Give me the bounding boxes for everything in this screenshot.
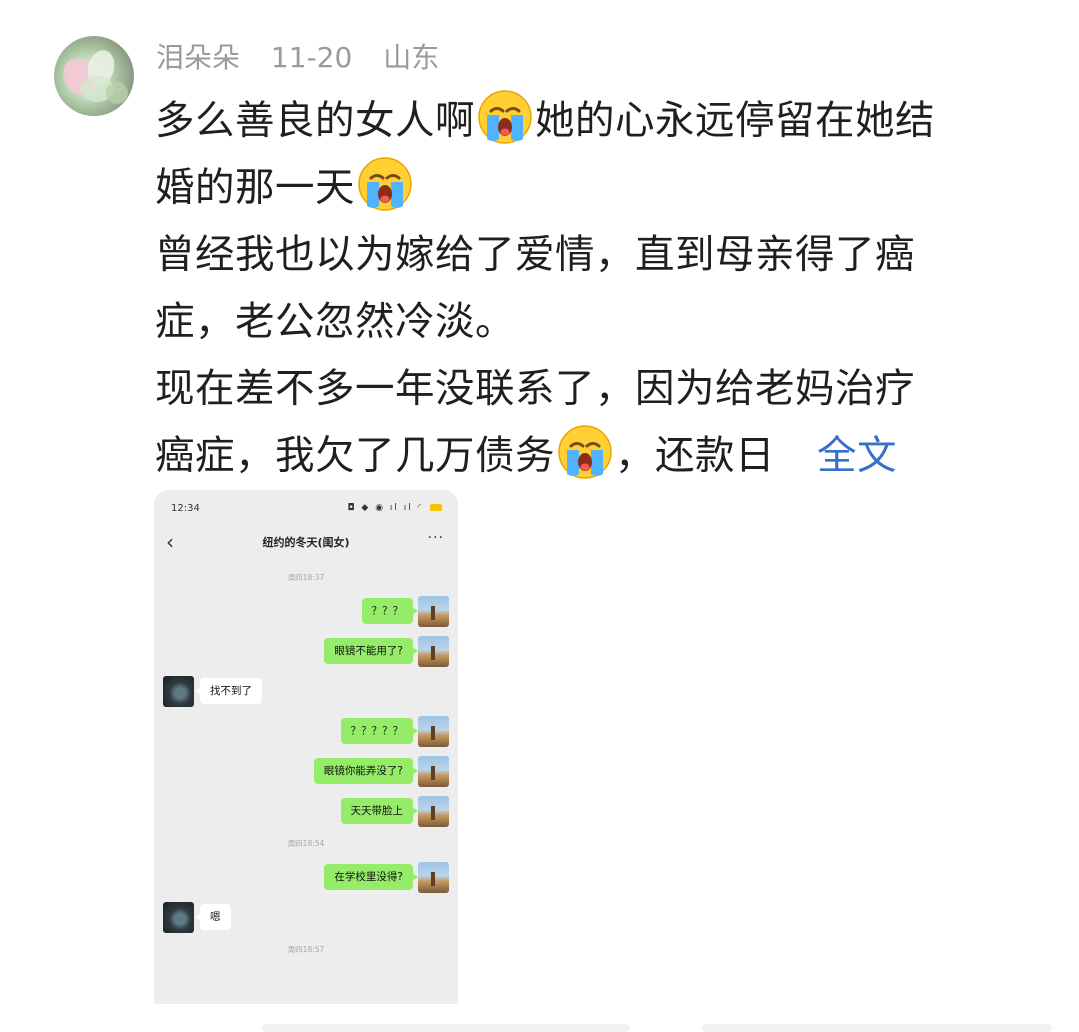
comment-line: 癌症，我欠了几万债务 ，还款日 全文 <box>155 423 1025 490</box>
phone-status-bar: 12:34 ◘ ◆ ◉ ıl ıl ◜ <box>154 490 458 526</box>
more-dots-icon: ··· <box>427 530 444 546</box>
comment-text-segment: 她的心永远停留在她结 <box>535 98 935 144</box>
sent-bubble: 眼镜你能弄没了? <box>313 758 419 784</box>
battery-icon <box>430 504 442 511</box>
comment-text: 多么善良的女人啊 她的心永远停留在她结婚的那一天曾经我也以为嫁给了爱情，直到母亲得… <box>155 88 1025 490</box>
received-bubble: 嗯 <box>195 904 231 930</box>
comment-text-segment: 现在差不多一年没联系了，因为给老妈治疗 <box>155 366 915 412</box>
contact-avatar <box>163 676 194 707</box>
chat-screenshot-image[interactable]: 12:34 ◘ ◆ ◉ ıl ıl ◜ ‹ 纽约的冬天(闺女) ··· 周四18… <box>154 490 458 1004</box>
chat-message: 天天带脸上 <box>154 796 458 827</box>
status-time: 12:34 <box>171 503 200 514</box>
crying-face-icon <box>557 424 613 480</box>
chat-timestamp: 周四18:37 <box>287 573 325 582</box>
chat-message: 在学校里没得? <box>154 862 458 893</box>
next-content-edge <box>0 1010 1079 1032</box>
chat-message: ？？？？？ <box>154 716 458 747</box>
my-avatar <box>418 796 449 827</box>
comment-line: 婚的那一天 <box>155 155 1025 222</box>
comment-text-segment: 症，老公忽然冷淡。 <box>155 299 515 345</box>
chat-message: 找不到了 <box>154 676 458 707</box>
sent-bubble: 在学校里没得? <box>324 864 418 890</box>
expand-full-text-link[interactable]: 全文 <box>817 433 897 479</box>
sent-bubble: 天天带脸上 <box>340 798 418 824</box>
received-bubble: 找不到了 <box>195 678 262 704</box>
comment-line: 现在差不多一年没联系了，因为给老妈治疗 <box>155 356 1025 423</box>
comment-text-segment: 癌症，我欠了几万债务 <box>155 433 555 479</box>
chat-timestamp: 周四18:54 <box>287 839 325 848</box>
contact-avatar <box>163 902 194 933</box>
sent-bubble: 眼镜不能用了? <box>324 638 418 664</box>
comment-line: 症，老公忽然冷淡。 <box>155 289 1025 356</box>
comment-text-segment: 婚的那一天 <box>155 165 355 211</box>
comment-text-segment: ，还款日 <box>615 433 775 479</box>
comment-line: 多么善良的女人啊 她的心永远停留在她结 <box>155 88 1025 155</box>
my-avatar <box>418 596 449 627</box>
comment-text-segment: 曾经我也以为嫁给了爱情，直到母亲得了癌 <box>155 232 915 278</box>
comment-meta: 泪朵朵 11-20 山东 <box>156 38 461 78</box>
comment-text-segment: 多么善良的女人啊 <box>155 98 475 144</box>
chat-message: 眼镜你能弄没了? <box>154 756 458 787</box>
status-icons: ◘ ◆ ◉ ıl ıl ◜ <box>347 503 442 513</box>
my-avatar <box>418 756 449 787</box>
chat-header: ‹ 纽约的冬天(闺女) ··· <box>154 526 458 558</box>
avatar[interactable] <box>54 36 134 116</box>
crying-face-icon <box>357 156 413 212</box>
chat-message: ？？？ <box>154 596 458 627</box>
crying-face-icon <box>477 89 533 145</box>
sent-bubble: ？？？ <box>361 598 418 624</box>
chat-timestamp: 周四18:57 <box>287 945 325 954</box>
username[interactable]: 泪朵朵 <box>156 41 240 74</box>
chat-title: 纽约的冬天(闺女) <box>262 536 350 549</box>
comment-date: 11-20 <box>270 41 353 74</box>
text-fade <box>775 433 815 477</box>
chat-message: 嗯 <box>154 902 458 933</box>
chat-message: 眼镜不能用了? <box>154 636 458 667</box>
my-avatar <box>418 716 449 747</box>
my-avatar <box>418 862 449 893</box>
sent-bubble: ？？？？？ <box>340 718 418 744</box>
comment-line: 曾经我也以为嫁给了爱情，直到母亲得了癌 <box>155 222 1025 289</box>
comment-location: 山东 <box>383 41 440 74</box>
my-avatar <box>418 636 449 667</box>
